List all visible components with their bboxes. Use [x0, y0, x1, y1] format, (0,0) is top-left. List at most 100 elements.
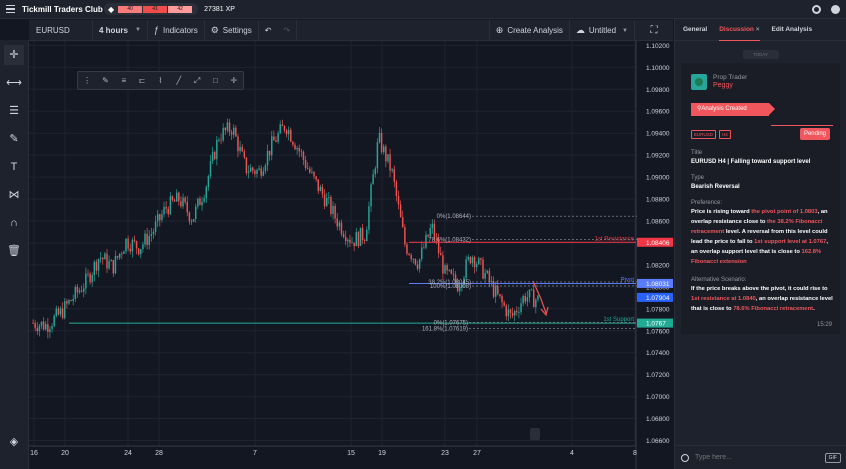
candle: [266, 150, 269, 166]
close-icon[interactable]: ×: [756, 26, 760, 33]
candle: [64, 301, 66, 318]
gear-icon[interactable]: [812, 5, 821, 14]
tab-general[interactable]: General: [683, 19, 707, 41]
candle: [163, 206, 165, 215]
price-axis[interactable]: [636, 41, 673, 469]
y-tick-label: 1.07600: [646, 328, 670, 335]
candle: [404, 227, 406, 245]
notification-icon[interactable]: [831, 5, 840, 14]
crosshair-icon[interactable]: ✛: [225, 76, 243, 85]
tab-edit-analysis[interactable]: Edit Analysis: [772, 19, 813, 41]
candle: [203, 198, 205, 202]
symbol-search[interactable]: EURUSD: [29, 19, 93, 41]
indicators-button[interactable]: ƒ Indicators: [148, 19, 205, 41]
candle: [287, 129, 290, 135]
trend-line-icon[interactable]: ╱: [170, 76, 188, 85]
x-tick-label: 28: [155, 450, 163, 457]
candle: [95, 261, 98, 271]
emoji-icon[interactable]: [681, 453, 689, 462]
pencil-icon[interactable]: ✎: [96, 76, 114, 85]
candle: [440, 253, 442, 256]
candle: [93, 261, 96, 275]
candle: [344, 236, 347, 242]
candle: [431, 223, 434, 229]
author-name[interactable]: Peggy: [713, 82, 747, 89]
trash-icon[interactable]: 🗑: [4, 241, 24, 261]
create-analysis-button[interactable]: ⊕ Create Analysis: [488, 20, 570, 41]
candle: [532, 289, 535, 308]
xp-count: 27381 XP: [204, 5, 235, 13]
candle: [49, 328, 51, 332]
candle: [167, 208, 169, 215]
fullscreen-button[interactable]: ⛶: [635, 20, 673, 41]
y-tick-label: 1.09600: [646, 109, 670, 116]
candle: [256, 169, 258, 174]
candle: [499, 294, 501, 297]
candle: [309, 168, 311, 173]
candle: [300, 151, 303, 153]
candle: [38, 325, 41, 332]
candle: [480, 258, 482, 260]
preference-text: Price is rising toward the pivot point o…: [691, 208, 836, 267]
layout-label: Untitled: [588, 26, 617, 35]
candle: [161, 214, 163, 220]
candle: [129, 248, 131, 252]
trend-line-icon[interactable]: ⟷: [4, 73, 24, 93]
redo-button[interactable]: ↷: [277, 19, 298, 41]
analysis-panel: General Discussion × Edit Analysis TODAY…: [674, 19, 846, 469]
candle: [260, 168, 262, 176]
x-tick-label: 23: [441, 450, 449, 457]
layout-select[interactable]: ☁ Untitled ▼: [570, 20, 635, 41]
candle: [522, 295, 524, 304]
menu-icon[interactable]: [6, 5, 15, 13]
timeframe-select[interactable]: 4 hours ▼: [93, 19, 148, 41]
settings-button[interactable]: ⚙ Settings: [205, 19, 259, 41]
candle: [233, 127, 235, 135]
tab-discussion-label: Discussion: [719, 25, 754, 33]
pattern-icon[interactable]: ⋈: [4, 185, 24, 205]
diamond-icon: ◆: [108, 4, 115, 14]
xp-progress[interactable]: ◆ 40 41 42: [104, 3, 199, 15]
undo-button[interactable]: ↶: [259, 20, 278, 41]
drag-handle-icon[interactable]: ⋮: [78, 76, 96, 85]
level-bar: 40 41 42: [118, 5, 193, 13]
candle: [355, 232, 358, 247]
brush-icon[interactable]: ✎: [4, 129, 24, 149]
price-chart[interactable]: 1.10200 1.10000 1.09800 1.09600 1.09400 1.092…: [29, 41, 673, 469]
level-segment: 42: [168, 5, 193, 13]
avatar[interactable]: [691, 74, 707, 90]
candle: [385, 146, 387, 162]
ray-icon[interactable]: ⤢: [188, 76, 206, 86]
message-input[interactable]: [695, 454, 819, 461]
magnet-icon[interactable]: ∩: [4, 213, 24, 233]
candle: [268, 150, 271, 156]
candle: [83, 288, 85, 292]
gif-button[interactable]: GIF: [824, 452, 841, 463]
candle: [34, 323, 36, 328]
brush-icon[interactable]: ⌇: [151, 76, 169, 85]
text-tool-icon[interactable]: T: [4, 157, 24, 177]
tab-discussion[interactable]: Discussion ×: [719, 19, 760, 41]
y-tick-label: 1.08200: [646, 262, 670, 269]
chart-canvas[interactable]: 1.10200 1.10000 1.09800 1.09600 1.09400 1.092…: [29, 41, 673, 469]
candle: [108, 261, 110, 269]
rectangle-icon[interactable]: □: [206, 76, 224, 85]
candle: [490, 281, 493, 282]
fib-extension-icon[interactable]: ⊏: [133, 76, 151, 85]
candle: [207, 176, 210, 187]
candle: [292, 141, 294, 145]
candle: [66, 301, 68, 304]
type-label: Type: [691, 175, 705, 181]
y-tick-label: 1.09400: [646, 131, 670, 138]
level-label: Pivot: [621, 277, 635, 283]
fib-tool-icon[interactable]: ≡: [115, 76, 133, 85]
crosshair-icon[interactable]: ✛: [4, 45, 24, 65]
layers-icon[interactable]: ◈: [4, 432, 24, 452]
banner-label: Analysis Created: [701, 106, 747, 112]
fib-tool-icon[interactable]: ☰: [4, 101, 24, 121]
candle: [315, 176, 317, 180]
level-segment: 40: [118, 5, 143, 13]
candle: [290, 129, 292, 142]
chip-row: EURUSD H4 Pending: [691, 128, 834, 140]
candle: [91, 274, 93, 283]
